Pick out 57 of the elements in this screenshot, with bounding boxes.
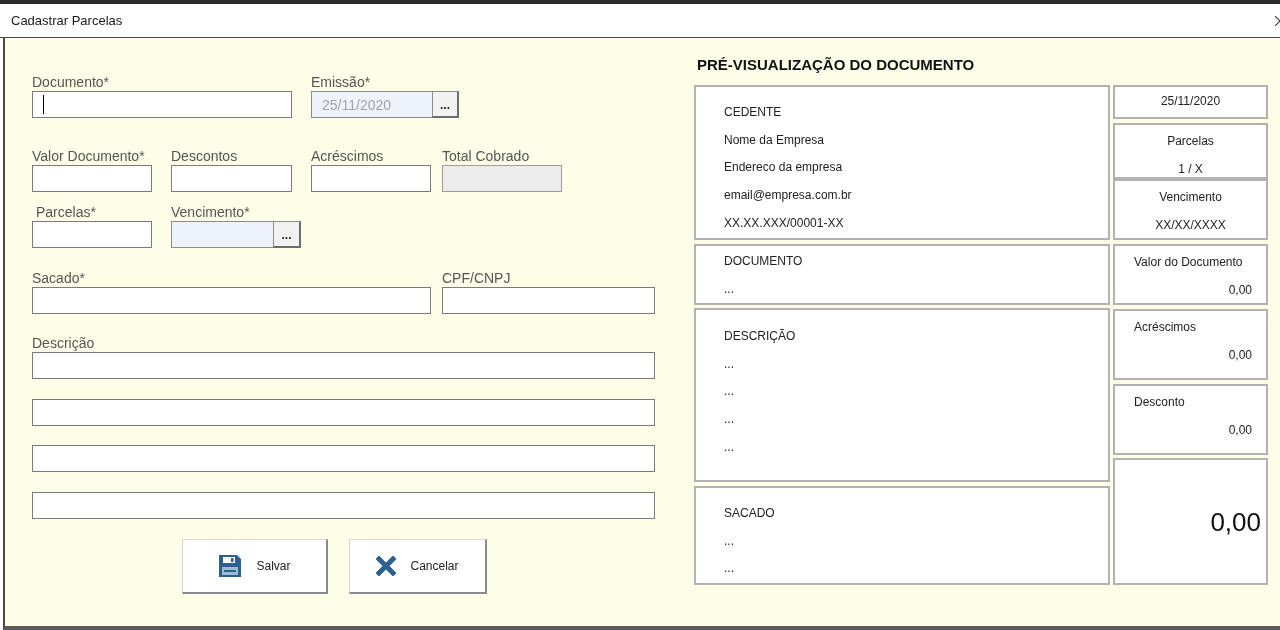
input-field[interactable] <box>32 221 152 248</box>
summary-label: Valor do Documento <box>1134 254 1243 271</box>
input-field[interactable] <box>171 165 292 192</box>
input-field[interactable] <box>32 491 655 519</box>
summary-value: 0,00 <box>1228 346 1252 364</box>
close-icon[interactable] <box>1275 16 1280 26</box>
preview-title: PRÉ-VISUALIZAÇÃO DO DOCUMENTO <box>697 56 975 74</box>
panel-text: Nome da Empresa <box>724 131 825 149</box>
cancel-button[interactable]: Cancelar <box>349 538 487 594</box>
save-icon <box>218 553 243 578</box>
input-field[interactable] <box>32 352 655 379</box>
field-label: Total Cobrado <box>442 148 530 164</box>
panel-text: Endereco da empresa <box>724 159 843 177</box>
panel-text: ... <box>724 280 734 298</box>
text-cursor-icon <box>43 95 44 114</box>
summary-label: Parcelas <box>1167 133 1214 150</box>
field-label: Acréscimos <box>311 148 384 164</box>
panel-text: ... <box>724 411 734 429</box>
panel-heading: SACADO <box>724 505 775 522</box>
field-label: Vencimento* <box>171 204 250 220</box>
field-label: Valor Documento* <box>32 148 145 164</box>
input-field[interactable] <box>32 445 655 472</box>
field-label: Descrição <box>32 335 95 351</box>
panel-heading: CEDENTE <box>724 104 782 121</box>
summary-label: Acréscimos <box>1134 319 1196 336</box>
field-label: Sacado* <box>32 270 85 286</box>
panel-text: ... <box>724 532 734 550</box>
input-field[interactable] <box>311 165 431 192</box>
input-field[interactable] <box>32 91 292 118</box>
summary-value: 0,00 <box>1228 421 1252 439</box>
panel-heading: DESCRIÇÃO <box>724 328 796 345</box>
field-label: Descontos <box>171 148 238 164</box>
summary-value: 1 / X <box>1178 160 1203 178</box>
panel-text: XX.XX.XXX/00001-XX <box>724 214 844 232</box>
input-field[interactable] <box>32 398 655 426</box>
panel-text: email@empresa.com.br <box>724 187 852 205</box>
save-button[interactable]: Salvar <box>182 538 328 594</box>
summary-label: Vencimento <box>1159 189 1222 206</box>
field-label: Parcelas* <box>36 204 96 220</box>
panel-text: ... <box>724 438 734 456</box>
input-field[interactable] <box>32 165 152 192</box>
panel-text: ... <box>724 355 734 373</box>
panel-heading: DOCUMENTO <box>724 253 803 270</box>
field-label: Emissão* <box>311 74 371 90</box>
panel-text: ... <box>724 560 734 578</box>
field-label: CPF/CNPJ <box>442 270 511 286</box>
total-value: 0,00 <box>1210 506 1261 537</box>
summary-label: Desconto <box>1134 394 1185 411</box>
close-icon <box>376 555 397 576</box>
field-label: Documento* <box>32 74 110 90</box>
summary-value: 25/11/2020 <box>1160 93 1221 111</box>
input-field[interactable] <box>442 287 655 314</box>
summary-value: 0,00 <box>1228 281 1252 299</box>
panel-text: ... <box>724 383 734 401</box>
input-field[interactable] <box>32 287 431 314</box>
summary-value: XX/XX/XXXX <box>1155 216 1226 234</box>
window-title: Cadastrar Parcelas <box>11 11 123 30</box>
